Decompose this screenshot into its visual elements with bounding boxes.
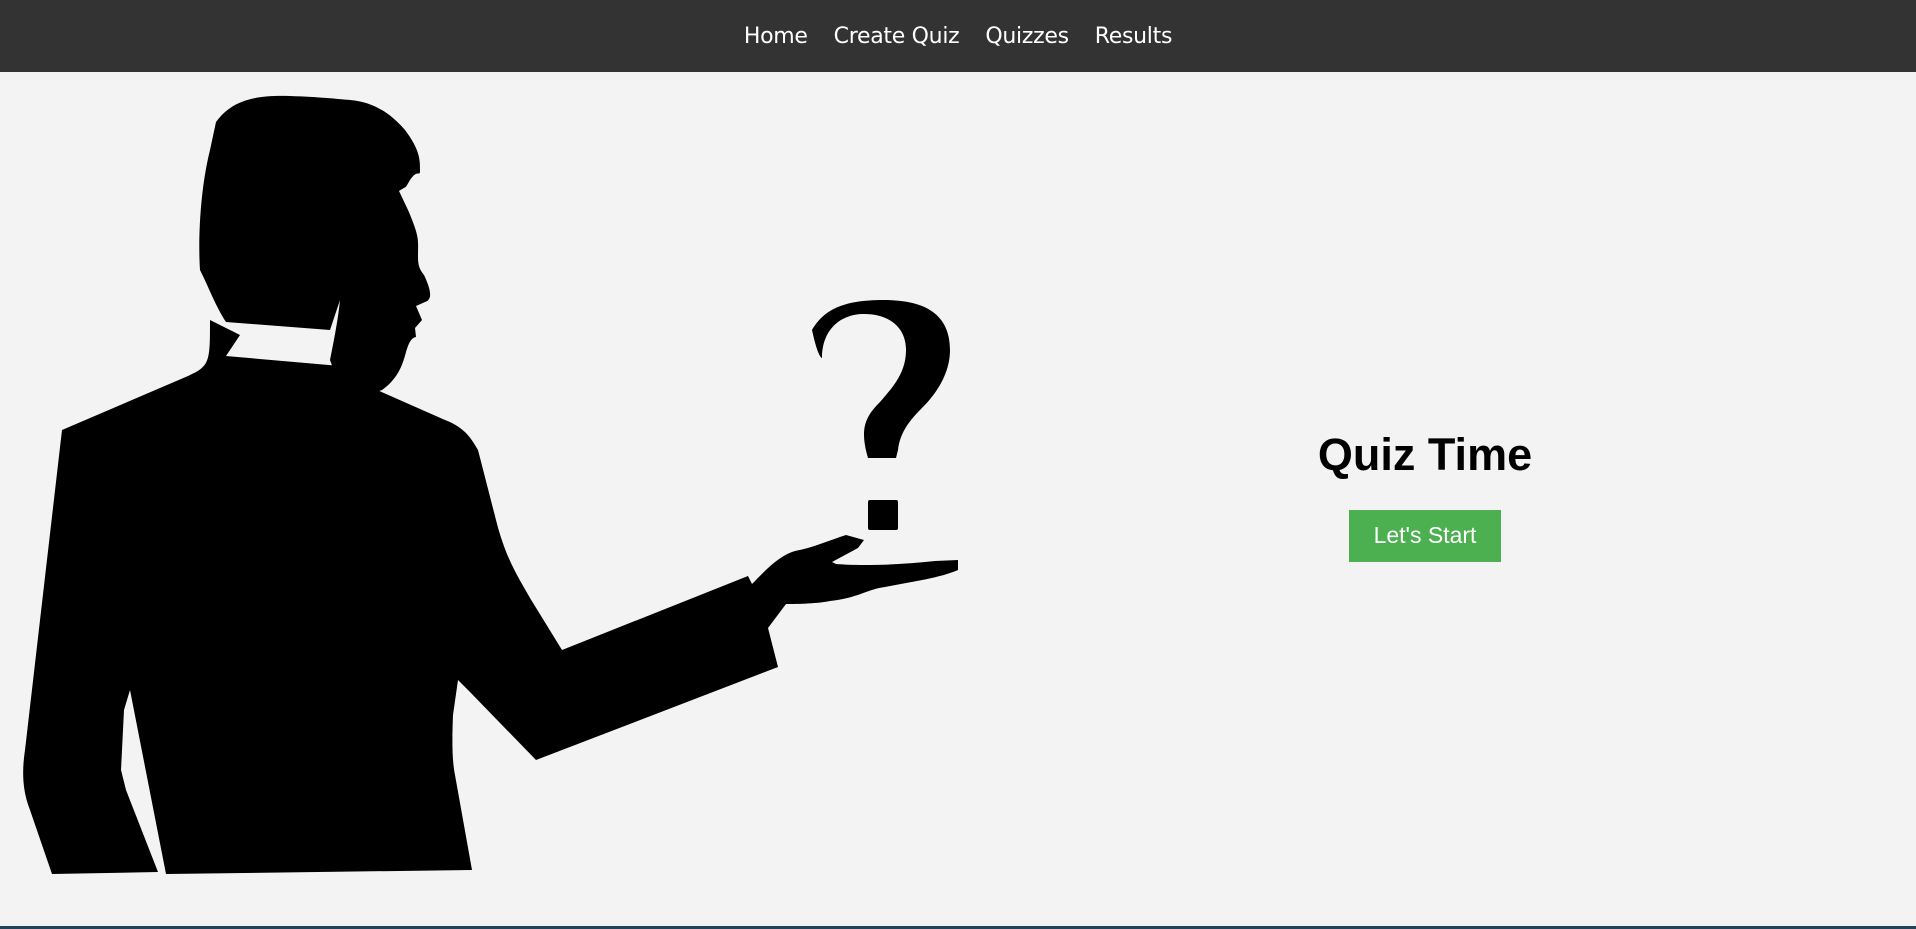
lets-start-button[interactable]: Let's Start xyxy=(1349,509,1501,562)
person-body-icon xyxy=(23,320,959,874)
silhouette-question-illustration xyxy=(23,95,959,874)
nav-quizzes-link[interactable]: Quizzes xyxy=(985,24,1069,49)
hero-section: Quiz Time Let's Start xyxy=(1225,430,1625,562)
nav-results-link[interactable]: Results xyxy=(1095,24,1173,49)
question-dot-icon xyxy=(868,500,898,530)
page-title: Quiz Time xyxy=(1317,429,1533,480)
top-navbar: Home Create Quiz Quizzes Results xyxy=(0,0,1916,72)
nav-home-link[interactable]: Home xyxy=(744,24,808,49)
nav-create-quiz-link[interactable]: Create Quiz xyxy=(834,24,960,49)
person-head-icon xyxy=(199,95,431,393)
question-mark-icon xyxy=(812,300,950,458)
